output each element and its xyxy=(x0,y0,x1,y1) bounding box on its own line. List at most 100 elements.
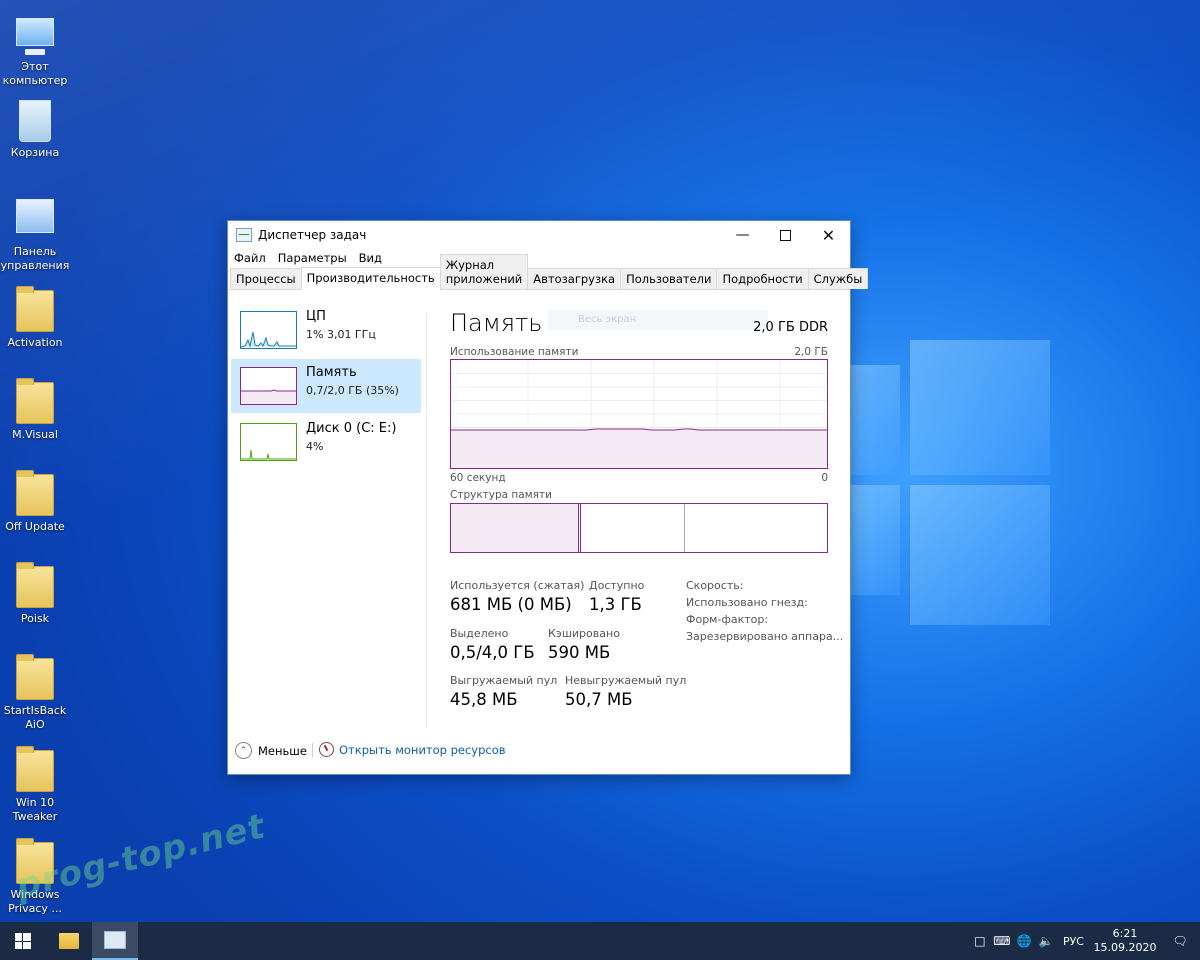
maximize-button[interactable] xyxy=(764,221,807,249)
sidebar-memory-sub: 0,7/2,0 ГБ (35%) xyxy=(306,384,399,397)
windows-logo-pane xyxy=(910,340,1050,475)
sidebar-cpu-name: ЦП xyxy=(306,309,326,324)
window-title: Диспетчер задач xyxy=(258,228,367,242)
minimize-icon: — xyxy=(735,227,750,243)
open-resource-monitor-link[interactable]: Открыть монитор ресурсов xyxy=(319,742,506,757)
folder-icon xyxy=(16,378,54,424)
task-manager-taskbar-icon xyxy=(104,931,126,949)
windows-logo-pane xyxy=(910,485,1050,625)
memory-structure-bar xyxy=(450,503,828,553)
taskbar-task-manager[interactable] xyxy=(92,922,138,960)
fewer-details-button[interactable]: ⌃ Меньше xyxy=(235,742,307,759)
structure-in-use xyxy=(451,504,579,552)
info-form-factor: Форм-фактор: xyxy=(686,613,769,626)
menu-options[interactable]: Параметры xyxy=(278,251,347,265)
tab-services[interactable]: Службы xyxy=(807,268,869,289)
memory-type: 2,0 ГБ DDR xyxy=(753,320,828,335)
panel-divider xyxy=(426,313,427,728)
usage-max: 2,0 ГБ xyxy=(794,346,828,358)
memory-usage-graph xyxy=(450,359,828,469)
task-manager-window: Диспетчер задач — ✕ Файл Параметры Вид П… xyxy=(227,220,869,775)
tray-box-icon[interactable]: □ xyxy=(969,934,991,948)
folder-icon xyxy=(16,746,54,792)
nonpaged-pool-value: 50,7 МБ xyxy=(565,690,633,709)
title-bar[interactable]: Диспетчер задач — ✕ xyxy=(228,221,850,249)
volume-icon[interactable]: 🔈 xyxy=(1035,934,1057,948)
structure-standby xyxy=(684,504,685,552)
committed-label: Выделено xyxy=(450,627,509,640)
cached-value: 590 МБ xyxy=(548,643,611,662)
desktop-icon-win10-tweaker[interactable]: Win 10 Tweaker xyxy=(0,746,70,824)
clock-time: 6:21 xyxy=(1112,927,1138,940)
info-speed: Скорость: xyxy=(686,579,744,592)
structure-modified xyxy=(580,504,581,552)
desktop-icon-off-update[interactable]: Off Update xyxy=(0,470,70,534)
minimize-button[interactable]: — xyxy=(721,221,764,249)
close-icon: ✕ xyxy=(821,225,836,245)
available-label: Доступно xyxy=(589,579,645,592)
file-explorer-icon xyxy=(59,933,79,949)
paged-pool-label: Выгружаемый пул xyxy=(450,674,558,687)
window-footer: ⌃ Меньше Открыть монитор ресурсов xyxy=(228,728,850,774)
task-manager-icon xyxy=(236,228,252,242)
disk-thumbnail-graph xyxy=(240,423,297,461)
close-button[interactable]: ✕ xyxy=(807,221,850,249)
start-button[interactable] xyxy=(0,922,45,960)
computer-icon xyxy=(16,18,54,55)
nonpaged-pool-label: Невыгружаемый пул xyxy=(565,674,687,687)
info-reserved: Зарезервировано аппара... xyxy=(686,630,844,643)
paged-pool-value: 45,8 МБ xyxy=(450,690,518,709)
fewer-details-label: Меньше xyxy=(258,743,307,758)
info-slots: Использовано гнезд: xyxy=(686,596,808,609)
sidebar-disk-sub: 4% xyxy=(306,440,324,453)
windows-logo-pane xyxy=(850,485,900,595)
memory-thumbnail-graph xyxy=(240,367,297,405)
sidebar-item-memory[interactable]: Память 0,7/2,0 ГБ (35%) xyxy=(231,359,421,413)
desktop-icon-this-pc[interactable]: Этот компьютер xyxy=(0,10,70,88)
performance-sidebar: ЦП 1% 3,01 ГГц Память 0,7/2,0 ГБ (35%) Д… xyxy=(228,303,424,723)
sidebar-disk-name: Диск 0 (C: E:) xyxy=(306,421,397,436)
resource-monitor-icon xyxy=(319,742,334,757)
desktop-icon-recycle-bin[interactable]: Корзина xyxy=(0,100,70,160)
folder-icon xyxy=(16,470,54,516)
fullscreen-hint: Весь экран xyxy=(548,310,768,330)
usb-icon[interactable]: ⌨ xyxy=(991,934,1013,948)
network-icon[interactable]: 🌐 xyxy=(1013,934,1035,948)
tab-processes[interactable]: Процессы xyxy=(230,268,302,289)
folder-icon xyxy=(16,562,54,608)
time-left-label: 60 секунд xyxy=(450,472,506,484)
tab-app-history[interactable]: Журнал приложений xyxy=(439,254,529,289)
open-resource-monitor-label: Открыть монитор ресурсов xyxy=(339,742,506,757)
taskbar: □ ⌨ 🌐 🔈 РУС 6:21 15.09.2020 🗨 xyxy=(0,922,1200,960)
committed-value: 0,5/4,0 ГБ xyxy=(450,643,535,662)
chevron-up-icon: ⌃ xyxy=(235,742,252,759)
desktop-icon-activation[interactable]: Activation xyxy=(0,286,70,350)
windows-logo-pane xyxy=(850,365,900,475)
folder-icon xyxy=(16,286,54,332)
sidebar-memory-name: Память xyxy=(306,365,357,380)
desktop-icon-startisback[interactable]: StartIsBack AiO xyxy=(0,654,70,732)
windows-logo-icon xyxy=(14,933,31,949)
recycle-bin-icon xyxy=(19,100,51,142)
sidebar-item-disk[interactable]: Диск 0 (C: E:) 4% xyxy=(231,415,421,469)
tab-performance[interactable]: Производительность xyxy=(300,267,441,290)
sidebar-cpu-sub: 1% 3,01 ГГц xyxy=(306,328,376,341)
desktop-icon-poisk[interactable]: Poisk xyxy=(0,562,70,626)
clock[interactable]: 6:21 15.09.2020 xyxy=(1090,927,1160,955)
desktop-icon-mvisual[interactable]: M.Visual xyxy=(0,378,70,442)
maximize-icon xyxy=(780,229,791,241)
tab-startup[interactable]: Автозагрузка xyxy=(527,268,622,289)
desktop-icon-control-panel[interactable]: Панель управления xyxy=(0,195,70,273)
language-indicator[interactable]: РУС xyxy=(1063,935,1084,948)
menu-file[interactable]: Файл xyxy=(234,251,266,265)
tab-details[interactable]: Подробности xyxy=(716,268,809,289)
tab-users[interactable]: Пользователи xyxy=(620,268,718,289)
folder-icon xyxy=(16,654,54,700)
taskbar-file-explorer[interactable] xyxy=(46,922,92,960)
footer-separator xyxy=(312,743,313,757)
notifications-icon[interactable]: 🗨 xyxy=(1160,934,1200,948)
menu-view[interactable]: Вид xyxy=(359,251,382,265)
sidebar-item-cpu[interactable]: ЦП 1% 3,01 ГГц xyxy=(231,303,421,357)
available-value: 1,3 ГБ xyxy=(589,595,642,614)
in-use-value: 681 МБ (0 МБ) xyxy=(450,595,572,614)
